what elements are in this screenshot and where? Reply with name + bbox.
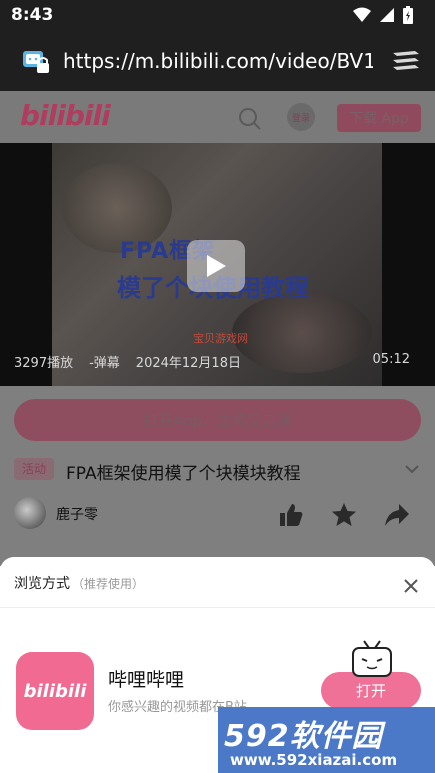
- battery-icon: [403, 6, 413, 24]
- chevron-down-icon[interactable]: [405, 464, 419, 474]
- site-header: bilibili 登录 下载 App: [0, 91, 435, 143]
- url-text[interactable]: https://m.bilibili.com/video/BV1: [63, 49, 373, 73]
- site-watermark: 592软件园 www.592xiazai.com: [218, 707, 435, 773]
- site-watermark-title: 592软件园: [224, 719, 383, 754]
- uploader-name[interactable]: 鹿子零: [56, 504, 98, 524]
- sheet-title: 浏览方式 （推荐使用）: [14, 573, 144, 593]
- bilibili-logo[interactable]: bilibili: [20, 99, 111, 132]
- share-icon[interactable]: [384, 502, 410, 528]
- danmaku-count: -弹幕: [89, 356, 120, 371]
- play-count: 3297播放: [14, 356, 74, 371]
- open-app-banner-button[interactable]: 打开App，流畅又高清: [14, 399, 421, 441]
- tv-mascot-icon: [352, 640, 392, 677]
- status-time: 8:43: [11, 5, 54, 25]
- video-title: FPA框架使用模了个块模块教程: [66, 464, 301, 484]
- site-watermark-url: www.592xiazai.com: [230, 751, 398, 769]
- sheet-subtitle: （推荐使用）: [72, 577, 145, 591]
- publish-date: 2024年12月18日: [135, 356, 241, 371]
- close-icon[interactable]: [402, 577, 420, 595]
- play-icon: [207, 255, 226, 277]
- browser-url-bar: https://m.bilibili.com/video/BV1: [0, 30, 435, 91]
- video-player[interactable]: FPA框架 模了个块使用教程 宝贝游戏网 3297播放 -弹幕 2024年12月…: [0, 143, 435, 386]
- login-button[interactable]: 登录: [287, 103, 315, 131]
- sheet-divider: [0, 607, 435, 608]
- play-button[interactable]: [187, 240, 245, 292]
- signal-icon: [380, 8, 394, 22]
- tabs-menu-icon[interactable]: [391, 49, 421, 73]
- sheet-title-text: 浏览方式: [14, 576, 70, 592]
- uploader-avatar[interactable]: [14, 497, 46, 529]
- bilibili-app-icon: bilibili: [16, 652, 94, 730]
- thumbnail-figure: [232, 293, 372, 373]
- favorite-star-icon[interactable]: [331, 502, 357, 528]
- site-info-icon[interactable]: [22, 49, 50, 75]
- video-info-section: 打开App，流畅又高清 活动 FPA框架使用模了个块模块教程 鹿子零: [0, 386, 435, 566]
- video-stats: 3297播放 -弹幕 2024年12月18日: [14, 352, 241, 371]
- download-app-button[interactable]: 下载 App: [337, 104, 421, 132]
- activity-tag[interactable]: 活动: [14, 458, 55, 480]
- status-bar: 8:43: [0, 0, 435, 30]
- video-watermark: 宝贝游戏网: [193, 332, 248, 345]
- video-duration: 05:12: [372, 352, 410, 367]
- status-icons: [353, 6, 413, 24]
- search-icon[interactable]: [238, 107, 262, 131]
- like-icon[interactable]: [278, 502, 304, 528]
- app-name: 哔哩哔哩: [108, 669, 185, 691]
- wifi-icon: [353, 7, 371, 22]
